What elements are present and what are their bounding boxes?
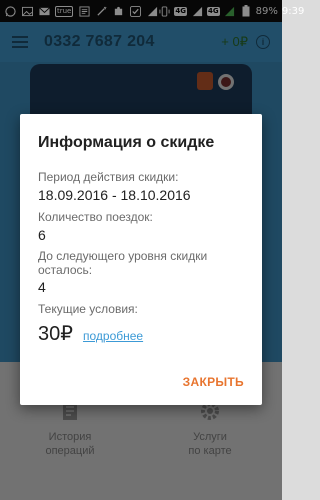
close-button[interactable]: ЗАКРЫТЬ <box>183 375 244 389</box>
period-label: Период действия скидки: <box>38 170 179 184</box>
current-conditions-label: Текущие условия: <box>38 302 138 316</box>
discount-info-dialog: Информация о скидке Период действия скид… <box>20 114 262 405</box>
next-level-label: До следующего уровня скидки осталось: <box>38 249 208 277</box>
current-conditions-row: 30₽ подробнее <box>38 321 143 346</box>
trips-value: 6 <box>38 227 46 243</box>
details-link[interactable]: подробнее <box>83 329 143 343</box>
dialog-title: Информация о скидке <box>38 134 215 151</box>
current-price: 30₽ <box>38 323 73 345</box>
trips-label: Количество поездок: <box>38 210 153 224</box>
next-level-value: 4 <box>38 279 46 295</box>
clock: 9:39 <box>281 5 305 17</box>
period-value: 18.09.2016 - 18.10.2016 <box>38 187 191 203</box>
